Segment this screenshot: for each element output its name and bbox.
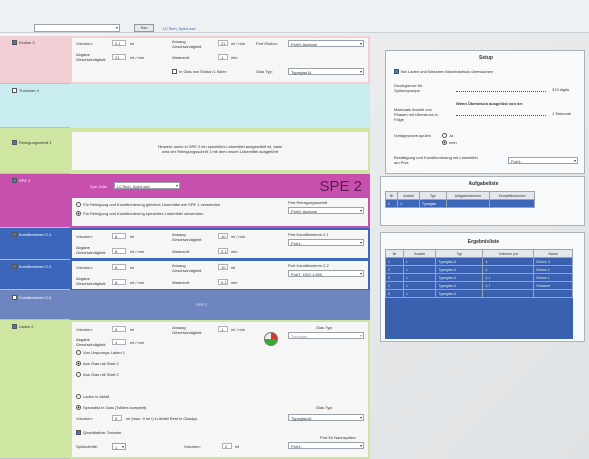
ergebnisse-table: Nr Anzahl Typ Volumen pro Name 1 1 Typegla…: [385, 249, 573, 298]
laden-glastyp2-select[interactable]: Typeglas16: [288, 414, 364, 421]
band-spe: SPE 2: [0, 174, 70, 228]
pressure-gauge-icon: [264, 332, 278, 346]
toolbar: Sav LCTech_Spe4.xsd: [0, 0, 589, 33]
kond21-ansaug-input[interactable]: 10: [218, 233, 228, 239]
trocknen-panel: [70, 84, 370, 128]
setup-vorlage-nein-radio[interactable]: [442, 140, 447, 146]
kond22-port-select[interactable]: Port7: H2O 1:500: [288, 270, 364, 277]
elution-panel: Volumen: 0.1 ml Ansaug Geschwindigkeit: …: [70, 36, 370, 84]
setup-panel: Setup Bei Laden und Waschen Maximaldruck…: [385, 50, 585, 174]
kond21-label: Konditionieren 2.1: [19, 232, 52, 237]
kond22-checkbox[interactable]: [12, 264, 17, 270]
laden-panel: Volumen: 5 ml Ansaug Geschwindigkeit: 1 …: [70, 320, 370, 459]
elution-wartezeit-input[interactable]: 1: [218, 54, 228, 60]
setup-anzahl-slider[interactable]: [456, 113, 546, 116]
save-button[interactable]: Sav: [134, 24, 154, 32]
kond22-volumen-input[interactable]: 8: [112, 264, 126, 270]
kond22-panel: Volumen: 8 ml Ansaug Geschwindigkeit: 10…: [70, 260, 370, 290]
kond23-panel: SPE 2: [70, 290, 370, 320]
kond21-abgabe-input[interactable]: 8: [112, 248, 126, 254]
spe-title: SPE 2: [319, 178, 362, 195]
laden-glastyp-select[interactable]: Typeglas: [288, 332, 364, 339]
reinigung-hint-2: wird der Reinigungsschritt 1 mit dem neu…: [161, 149, 279, 154]
band-kond23: Konditionieren 2.3: [0, 290, 70, 320]
spe-radio-special[interactable]: [76, 211, 81, 217]
table-row[interactable]: 5 1 Typeglas14: [385, 289, 573, 298]
trocknen-checkbox[interactable]: [12, 88, 17, 94]
setup-bestaetigung-select[interactable]: Port1:: [508, 157, 578, 164]
aufgaben-table: Nr Anzahl Typ Aufgabevolumen Komplettvol…: [384, 191, 535, 208]
band-elution: Elution 3: [0, 36, 70, 84]
kond23-center-label: SPE 2: [196, 302, 208, 307]
trocknen-label: Trocknen 4: [19, 88, 39, 93]
kond22-abgabe-input[interactable]: 8: [112, 279, 126, 285]
kond21-checkbox[interactable]: [12, 232, 17, 238]
laden-vol2-input[interactable]: 2: [222, 443, 232, 449]
file-name: LCTech_Spe4.xsd: [163, 26, 196, 31]
laden-port-nach-select[interactable]: Port1:: [288, 442, 364, 449]
ergebnisse-panel: Ergebnisliste Nr Anzahl Typ Volumen pro …: [380, 232, 585, 342]
spe-file-select[interactable]: LCTech_Spe4.xsd: [114, 182, 180, 189]
aufgaben-panel: Aufgabeliste Nr Anzahl Typ Aufgabevolume…: [380, 176, 585, 226]
band-kond21: Konditionieren 2.1: [0, 228, 70, 260]
laden-ansaug-input[interactable]: 1: [218, 326, 228, 332]
reinigung-panel: Hinweis: wenn in SPE 2 ein spezielles Lö…: [70, 128, 370, 174]
laden-vol-input[interactable]: 5: [112, 415, 122, 421]
kond23-label: Konditionieren 2.3: [19, 295, 52, 300]
elution-checkbox[interactable]: [12, 40, 17, 46]
kond22-wartezeit-input[interactable]: 0.1: [218, 279, 228, 285]
elution-volumen-input[interactable]: 0.1: [112, 40, 126, 46]
laden-checkbox[interactable]: [12, 324, 17, 330]
aufgaben-title: Aufgabeliste: [468, 181, 499, 187]
table-row[interactable]: 1 1 Typeglas: [384, 199, 535, 208]
setup-druck-slider[interactable]: [456, 89, 546, 92]
elution-glastyp-select[interactable]: Typeglas14: [288, 68, 364, 75]
laden-quant-checkbox[interactable]: [76, 430, 81, 436]
laden-opt1-radio[interactable]: [76, 350, 81, 356]
band-laden: Laden 2: [0, 320, 70, 459]
setup-vorlage-ja-radio[interactable]: [442, 133, 447, 139]
spe-label: SPE 2: [19, 178, 31, 183]
band-kond22: Konditionieren 2.2: [0, 260, 70, 290]
elution-glas-checkbox[interactable]: [172, 69, 177, 75]
reinigung-label: Reinigungsventil 1: [19, 140, 52, 145]
laden-label: Laden 2: [19, 324, 34, 329]
ergebnisse-title: Ergebnisliste: [467, 239, 500, 245]
band-trocknen: Trocknen 4: [0, 84, 70, 128]
laden-opt2-radio[interactable]: [76, 361, 81, 367]
laden-abgabe-input[interactable]: 1: [112, 339, 126, 345]
kond21-panel: Volumen: 8 ml Ansaug Geschwindigkeit: 10…: [70, 228, 370, 260]
table-row[interactable]: 4 1 Typeglas14 0.7 Restwert: [385, 281, 573, 290]
kond21-wartezeit-input[interactable]: 0.1: [218, 248, 228, 254]
laden-volumen-input[interactable]: 5: [112, 326, 126, 332]
laden-spuel-select[interactable]: 1: [112, 443, 126, 450]
elution-port-select[interactable]: Port9: Acetone: [288, 40, 364, 47]
spe-radio-same[interactable]: [76, 202, 81, 208]
laden-spuelen-radio[interactable]: [76, 405, 81, 411]
spe-panel: Spe-Zelle LCTech_Spe4.xsd SPE 2 Für Rein…: [70, 174, 370, 228]
spe-checkbox[interactable]: [12, 178, 17, 184]
laden-opt3-radio[interactable]: [76, 372, 81, 378]
elution-label: Elution 3: [19, 40, 35, 45]
kond22-label: Konditionieren 2.2: [19, 264, 52, 269]
method-select[interactable]: [34, 24, 120, 32]
kond21-port-select[interactable]: Port1:: [288, 239, 364, 246]
band-reinigung: Reinigungsventil 1: [0, 128, 70, 174]
setup-title: Setup: [479, 55, 493, 61]
kond23-checkbox[interactable]: [12, 295, 17, 301]
spe-port-reinigung-select[interactable]: Port9: Acetone: [288, 207, 364, 214]
table-row[interactable]: 3 1 Typeglas14 4.1 Elution 1: [385, 273, 573, 282]
table-row[interactable]: 1 1 Typeglas14 4 Elution 3: [385, 257, 573, 266]
elution-ansaug-input[interactable]: 21: [218, 40, 228, 46]
kond22-ansaug-input[interactable]: 10: [218, 264, 228, 270]
reinigung-checkbox[interactable]: [12, 140, 17, 146]
setup-maxdruck-checkbox[interactable]: [394, 69, 399, 75]
laden-source-group: Von Ursprungs Laden 1 Aus Glas mit Start…: [76, 350, 146, 384]
kond21-volumen-input[interactable]: 8: [112, 233, 126, 239]
laden-abfall-radio[interactable]: [76, 394, 81, 400]
table-row[interactable]: 2 1 Typeglas14 4 Elution 2: [385, 265, 573, 274]
elution-abgabe-input[interactable]: 21: [112, 54, 126, 60]
